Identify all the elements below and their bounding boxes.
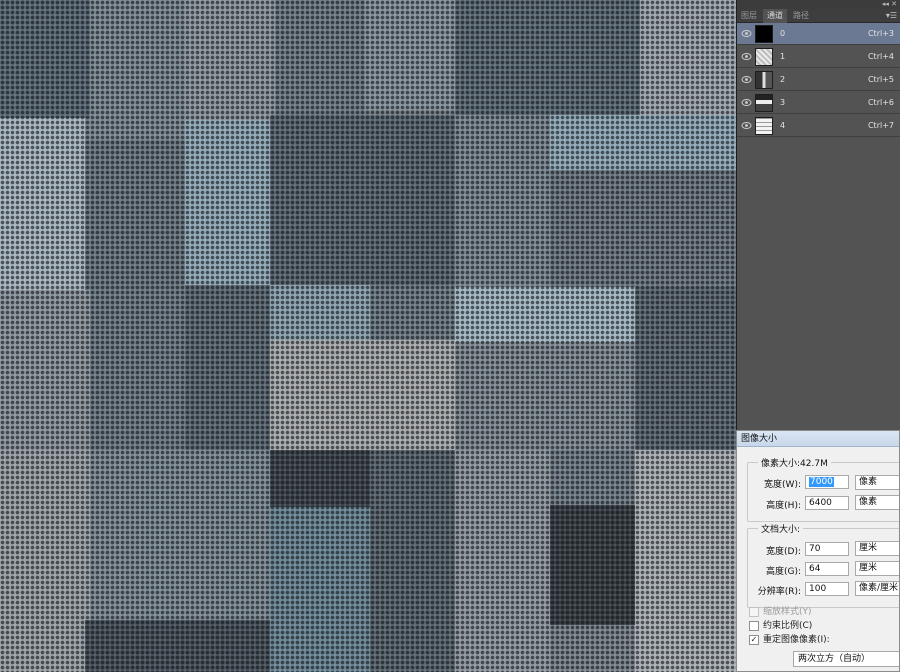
resample-label: 重定图像像素(I): bbox=[763, 635, 830, 645]
channel-name: 0 bbox=[780, 29, 786, 38]
width-unit: 像素 bbox=[859, 477, 878, 487]
pixel-dimensions-group: 像素大小:42.7M bbox=[747, 456, 899, 522]
channel-shortcut: Ctrl+7 bbox=[867, 121, 894, 130]
doc-width-label: 宽度(D): bbox=[766, 547, 801, 557]
doc-height-input[interactable]: 64 bbox=[805, 562, 849, 576]
tab-paths[interactable]: 路径 bbox=[789, 9, 813, 23]
resample-method: 两次立方（自动） bbox=[798, 654, 871, 664]
tab-channels[interactable]: 通道 bbox=[763, 9, 787, 23]
channel-thumbnail bbox=[755, 94, 773, 112]
height-input[interactable]: 6400 bbox=[805, 496, 849, 510]
channel-row-3[interactable]: 3 Ctrl+6 bbox=[737, 92, 900, 114]
doc-height-label: 高度(G): bbox=[765, 567, 801, 577]
height-value: 6400 bbox=[809, 498, 832, 508]
eye-icon[interactable] bbox=[741, 29, 752, 38]
channel-thumbnail bbox=[755, 71, 773, 89]
eye-icon[interactable] bbox=[741, 52, 752, 61]
panel-tabs: 图层 通道 路径 ▾☰ bbox=[737, 9, 900, 23]
channel-row-0[interactable]: 0 Ctrl+3 bbox=[737, 23, 900, 45]
channels-panel: ◂◂ ✕ 图层 通道 路径 ▾☰ 0 Ctrl+3 1 Ctrl+4 2 Ctr… bbox=[736, 0, 900, 432]
height-unit-select[interactable]: 像素 bbox=[855, 495, 899, 510]
doc-width-unit-select[interactable]: 厘米 bbox=[855, 541, 899, 556]
channel-name: 4 bbox=[780, 121, 786, 130]
width-input[interactable]: 7000 bbox=[805, 475, 849, 489]
resample-method-select[interactable]: 两次立方（自动） bbox=[793, 651, 899, 667]
doc-height-unit-select[interactable]: 厘米 bbox=[855, 561, 899, 576]
channel-row-4[interactable]: 4 Ctrl+7 bbox=[737, 115, 900, 137]
eye-icon[interactable] bbox=[741, 121, 752, 130]
doc-width-input[interactable]: 70 bbox=[805, 542, 849, 556]
eye-icon[interactable] bbox=[741, 98, 752, 107]
panel-menu-icon[interactable]: ▾☰ bbox=[886, 9, 897, 23]
width-value: 7000 bbox=[809, 477, 834, 487]
check-icon[interactable]: ✓ bbox=[749, 635, 759, 645]
image-size-dialog: 图像大小 像素大小:42.7M 宽度(W): 7000 像素 高度(H): 64… bbox=[736, 430, 900, 672]
double-chevron-right-icon[interactable]: ◂◂ ✕ bbox=[882, 0, 897, 9]
panel-header-bar: ◂◂ ✕ bbox=[737, 0, 900, 9]
eye-icon[interactable] bbox=[741, 75, 752, 84]
channel-name: 3 bbox=[780, 98, 786, 107]
doc-width-value: 70 bbox=[809, 544, 821, 554]
channel-thumbnail bbox=[755, 48, 773, 66]
channel-name: 1 bbox=[780, 52, 786, 61]
checkbox-box[interactable] bbox=[749, 621, 759, 631]
width-label: 宽度(W): bbox=[764, 480, 801, 490]
halftone-pattern-highlight bbox=[0, 0, 736, 672]
resolution-unit: 像素/厘米 bbox=[859, 583, 899, 593]
channel-shortcut: Ctrl+4 bbox=[867, 52, 894, 61]
resolution-unit-select[interactable]: 像素/厘米 bbox=[855, 581, 899, 596]
tab-layers[interactable]: 图层 bbox=[737, 9, 761, 23]
channel-shortcut: Ctrl+5 bbox=[867, 75, 894, 84]
channel-thumbnail bbox=[755, 25, 773, 43]
doc-width-unit: 厘米 bbox=[859, 543, 878, 553]
height-label: 高度(H): bbox=[766, 501, 801, 511]
channel-shortcut: Ctrl+6 bbox=[867, 98, 894, 107]
channel-thumbnail bbox=[755, 117, 773, 135]
dialog-title: 图像大小 bbox=[737, 431, 899, 447]
channel-row-1[interactable]: 1 Ctrl+4 bbox=[737, 46, 900, 68]
document-canvas[interactable] bbox=[0, 0, 736, 672]
resolution-input[interactable]: 100 bbox=[805, 582, 849, 596]
height-unit: 像素 bbox=[859, 497, 878, 507]
doc-height-value: 64 bbox=[809, 564, 821, 574]
width-unit-select[interactable]: 像素 bbox=[855, 475, 899, 490]
checkbox-box[interactable] bbox=[749, 607, 759, 617]
document-size-label: 文档大小: bbox=[758, 522, 804, 535]
resolution-label: 分辨率(R): bbox=[757, 587, 801, 597]
doc-height-unit: 厘米 bbox=[859, 563, 878, 573]
pixel-dimensions-label: 像素大小:42.7M bbox=[758, 456, 831, 469]
channel-name: 2 bbox=[780, 75, 786, 84]
scale-styles-label: 缩放样式(Y) bbox=[763, 607, 812, 617]
constrain-label: 约束比例(C) bbox=[763, 621, 813, 631]
channel-row-2[interactable]: 2 Ctrl+5 bbox=[737, 69, 900, 91]
resolution-value: 100 bbox=[809, 584, 827, 594]
channel-shortcut: Ctrl+3 bbox=[867, 29, 894, 38]
